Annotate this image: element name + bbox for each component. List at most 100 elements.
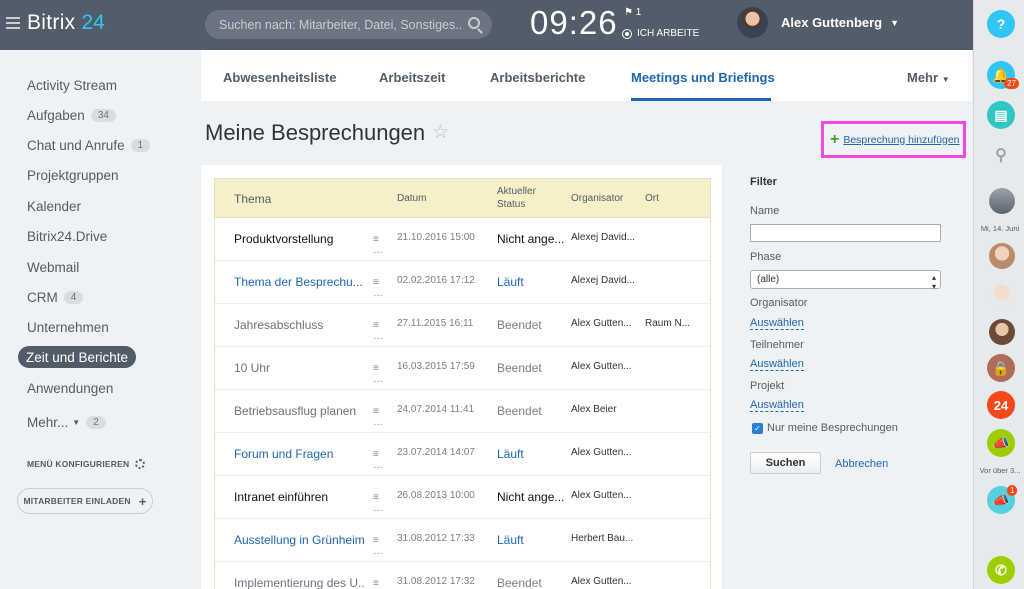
column-status-line1[interactable]: Aktueller: [497, 186, 536, 197]
megaphone-icon[interactable]: 📣: [987, 429, 1015, 457]
row-menu-icon[interactable]: ≡…: [373, 492, 387, 514]
row-status: Läuft: [497, 275, 524, 289]
row-organizer: Alex Gutten...: [571, 447, 632, 458]
sidebar-item-calendar[interactable]: Kalender: [27, 196, 81, 216]
column-status-line2[interactable]: Status: [497, 199, 525, 210]
row-menu-icon[interactable]: ≡…: [373, 277, 387, 299]
table-row[interactable]: Produktvorstellung ≡… 21.10.2016 15:00 Nich…: [215, 218, 710, 261]
sidebar-item-applications[interactable]: Anwendungen: [27, 378, 113, 398]
tab-meetings[interactable]: Meetings und Briefings: [631, 70, 775, 85]
search-icon[interactable]: [468, 17, 480, 29]
row-menu-icon[interactable]: ≡…: [373, 449, 387, 471]
user-menu[interactable]: Alex Guttenberg ▼: [737, 7, 899, 38]
table-header: Thema Datum Aktueller Status Organisator…: [215, 179, 710, 218]
row-menu-icon[interactable]: ≡…: [373, 363, 387, 385]
table-row[interactable]: Jahresabschluss ≡… 27.11.2015 16:11 Beendet…: [215, 304, 710, 347]
row-menu-icon[interactable]: ≡…: [373, 234, 387, 256]
table-row[interactable]: Betriebsausflug planen ≡… 24.07.2014 11:41…: [215, 390, 710, 433]
sidebar-item-more[interactable]: Mehr... ▼ 2: [27, 412, 106, 432]
only-mine-checkbox[interactable]: ✓ Nur meine Besprechungen: [752, 422, 898, 434]
table-row[interactable]: Forum und Fragen ≡… 23.07.2014 14:07 Läuft A…: [215, 433, 710, 476]
star-icon[interactable]: ☆: [432, 121, 449, 144]
tab-more[interactable]: Mehr ▼: [907, 70, 950, 85]
row-theme[interactable]: Thema der Besprechu...: [234, 275, 364, 289]
project-select-link[interactable]: Auswählen: [750, 399, 804, 412]
column-organizer[interactable]: Organisator: [571, 193, 623, 204]
participants-select-link[interactable]: Auswählen: [750, 358, 804, 371]
tab-absence-list[interactable]: Abwesenheitsliste: [223, 70, 336, 85]
sidebar-item-webmail[interactable]: Webmail: [27, 257, 79, 277]
row-theme[interactable]: Implementierung des U...: [234, 576, 364, 589]
row-status: Nicht ange...: [497, 490, 565, 504]
sidebar-item-activity-stream[interactable]: Activity Stream: [27, 75, 117, 95]
sidebar-item-label: Kalender: [27, 198, 82, 214]
row-theme[interactable]: Betriebsausflug planen: [234, 404, 364, 418]
row-theme[interactable]: Ausstellung in Grünheim: [234, 533, 364, 547]
table-row[interactable]: Thema der Besprechu... ≡… 02.02.2016 17:12…: [215, 261, 710, 304]
group-avatar[interactable]: [989, 188, 1015, 214]
contact-avatar[interactable]: [989, 243, 1015, 269]
sidebar-item-chat[interactable]: Chat und Anrufe 1: [27, 135, 151, 155]
row-theme[interactable]: 10 Uhr: [234, 361, 364, 375]
search-icon[interactable]: ⚲: [987, 141, 1015, 169]
row-date: 16.03.2015 17:59: [397, 361, 475, 372]
cancel-link[interactable]: Abbrechen: [835, 458, 888, 470]
phone-icon[interactable]: ✆: [987, 556, 1015, 584]
phase-select[interactable]: (alle) ▴ ▾: [750, 270, 941, 291]
column-date[interactable]: Datum: [397, 193, 426, 204]
work-status[interactable]: ICH ARBEITE: [622, 28, 699, 39]
row-menu-icon[interactable]: ≡…: [373, 406, 387, 428]
row-date: 24.07.2014 11:41: [397, 404, 475, 415]
row-status: Läuft: [497, 533, 524, 547]
active-tab-indicator: [631, 98, 771, 101]
sidebar-item-groups[interactable]: Projektgruppen: [27, 165, 119, 185]
bitrix24-chat-icon[interactable]: 24: [987, 391, 1015, 419]
column-place[interactable]: Ort: [645, 193, 659, 204]
help-button[interactable]: ?: [987, 10, 1015, 38]
row-date: 26.08.2013 10:00: [397, 490, 475, 501]
organizer-select-link[interactable]: Auswählen: [750, 317, 804, 330]
user-name: Alex Guttenberg: [781, 15, 883, 30]
flag-counter[interactable]: ⚑ 1: [624, 7, 641, 18]
contact-avatar[interactable]: [989, 319, 1015, 345]
lock-icon[interactable]: 🔒: [987, 354, 1015, 382]
menu-icon[interactable]: [6, 17, 20, 29]
sidebar-item-time-reports[interactable]: Zeit und Berichte: [18, 346, 137, 368]
participants-label: Teilnehmer: [750, 339, 804, 351]
search-button[interactable]: Suchen: [750, 452, 821, 474]
tab-more-label: Mehr: [907, 70, 939, 85]
sidebar-item-crm[interactable]: CRM 4: [27, 287, 84, 307]
table-row[interactable]: Intranet einführen ≡… 26.08.2013 10:00 Nich…: [215, 476, 710, 519]
search-input[interactable]: Suchen nach: Mitarbeiter, Datei, Sonstig…: [205, 10, 492, 39]
row-menu-icon[interactable]: ≡…: [373, 535, 387, 557]
chat-icon[interactable]: ▤: [987, 101, 1015, 129]
row-date: 23.07.2014 14:07: [397, 447, 475, 458]
column-theme[interactable]: Thema: [234, 192, 271, 206]
invite-employees-button[interactable]: MITARBEITER EINLADEN +: [17, 488, 153, 514]
sidebar-item-drive[interactable]: Bitrix24.Drive: [27, 226, 107, 246]
sidebar-item-company[interactable]: Unternehmen: [27, 317, 109, 337]
sidebar-item-tasks[interactable]: Aufgaben 34: [27, 105, 116, 125]
table-row[interactable]: Ausstellung in Grünheim ≡… 31.08.2012 17:3…: [215, 519, 710, 562]
phase-label: Phase: [750, 251, 782, 263]
filter-title: Filter: [750, 176, 777, 188]
row-theme[interactable]: Jahresabschluss: [234, 318, 364, 332]
row-theme[interactable]: Produktvorstellung: [234, 232, 364, 246]
configure-menu-button[interactable]: MENÜ KONFIGURIEREN: [27, 459, 146, 469]
row-menu-icon[interactable]: ≡…: [373, 320, 387, 342]
table-row[interactable]: Implementierung des U... ≡… 31.08.2012 17:…: [215, 562, 710, 589]
tab-work-reports[interactable]: Arbeitsberichte: [490, 70, 585, 85]
tab-working-time[interactable]: Arbeitszeit: [379, 70, 445, 85]
row-theme[interactable]: Intranet einführen: [234, 490, 364, 504]
table-row[interactable]: 10 Uhr ≡… 16.03.2015 17:59 Beendet Alex Gutt…: [215, 347, 710, 390]
row-organizer: Alexej David...: [571, 275, 635, 286]
logo[interactable]: Bitrix 24: [6, 11, 105, 35]
left-sidebar: Activity Stream Aufgaben 34 Chat und Anru…: [0, 50, 200, 589]
contact-avatar[interactable]: [989, 282, 1015, 308]
row-menu-icon[interactable]: ≡…: [373, 578, 387, 589]
sidebar-item-label: Activity Stream: [27, 77, 118, 93]
name-input[interactable]: [750, 224, 941, 242]
row-theme[interactable]: Forum und Fragen: [234, 447, 364, 461]
phase-value: (alle): [757, 274, 780, 285]
add-meeting-button[interactable]: + Besprechung hinzufügen: [821, 121, 966, 158]
